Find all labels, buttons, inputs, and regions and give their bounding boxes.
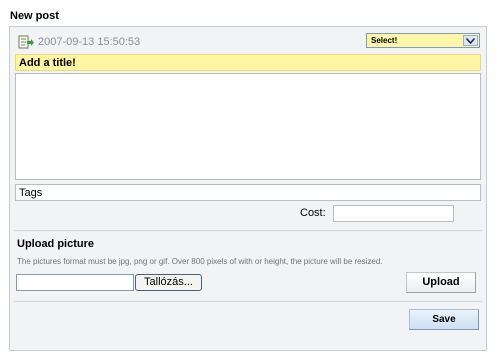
post-meta-row: 2007-09-13 15:50:53 Select! bbox=[10, 27, 486, 55]
category-select[interactable]: Select! bbox=[366, 33, 480, 48]
tags-input[interactable]: Tags bbox=[15, 184, 481, 201]
upload-heading: Upload picture bbox=[17, 238, 95, 250]
post-body-textarea[interactable] bbox=[15, 73, 481, 180]
chevron-down-icon[interactable] bbox=[463, 35, 478, 46]
cost-input[interactable] bbox=[333, 205, 454, 222]
file-path-input[interactable] bbox=[16, 274, 134, 291]
cost-label: Cost: bbox=[300, 207, 326, 219]
section-divider bbox=[14, 230, 482, 231]
new-post-panel: 2007-09-13 15:50:53 Select! Add a title!… bbox=[9, 26, 487, 351]
browse-button[interactable]: Tallózás... bbox=[135, 274, 202, 291]
save-button[interactable]: Save bbox=[409, 309, 479, 330]
post-title-input[interactable]: Add a title! bbox=[15, 54, 481, 71]
page-title: New post bbox=[10, 10, 59, 22]
document-arrow-icon bbox=[18, 35, 34, 49]
category-select-value: Select! bbox=[371, 36, 398, 45]
actions-divider bbox=[14, 301, 482, 302]
upload-hint: The pictures format must be jpg, png or … bbox=[17, 257, 383, 266]
post-timestamp: 2007-09-13 15:50:53 bbox=[38, 36, 141, 48]
upload-button[interactable]: Upload bbox=[406, 272, 476, 293]
